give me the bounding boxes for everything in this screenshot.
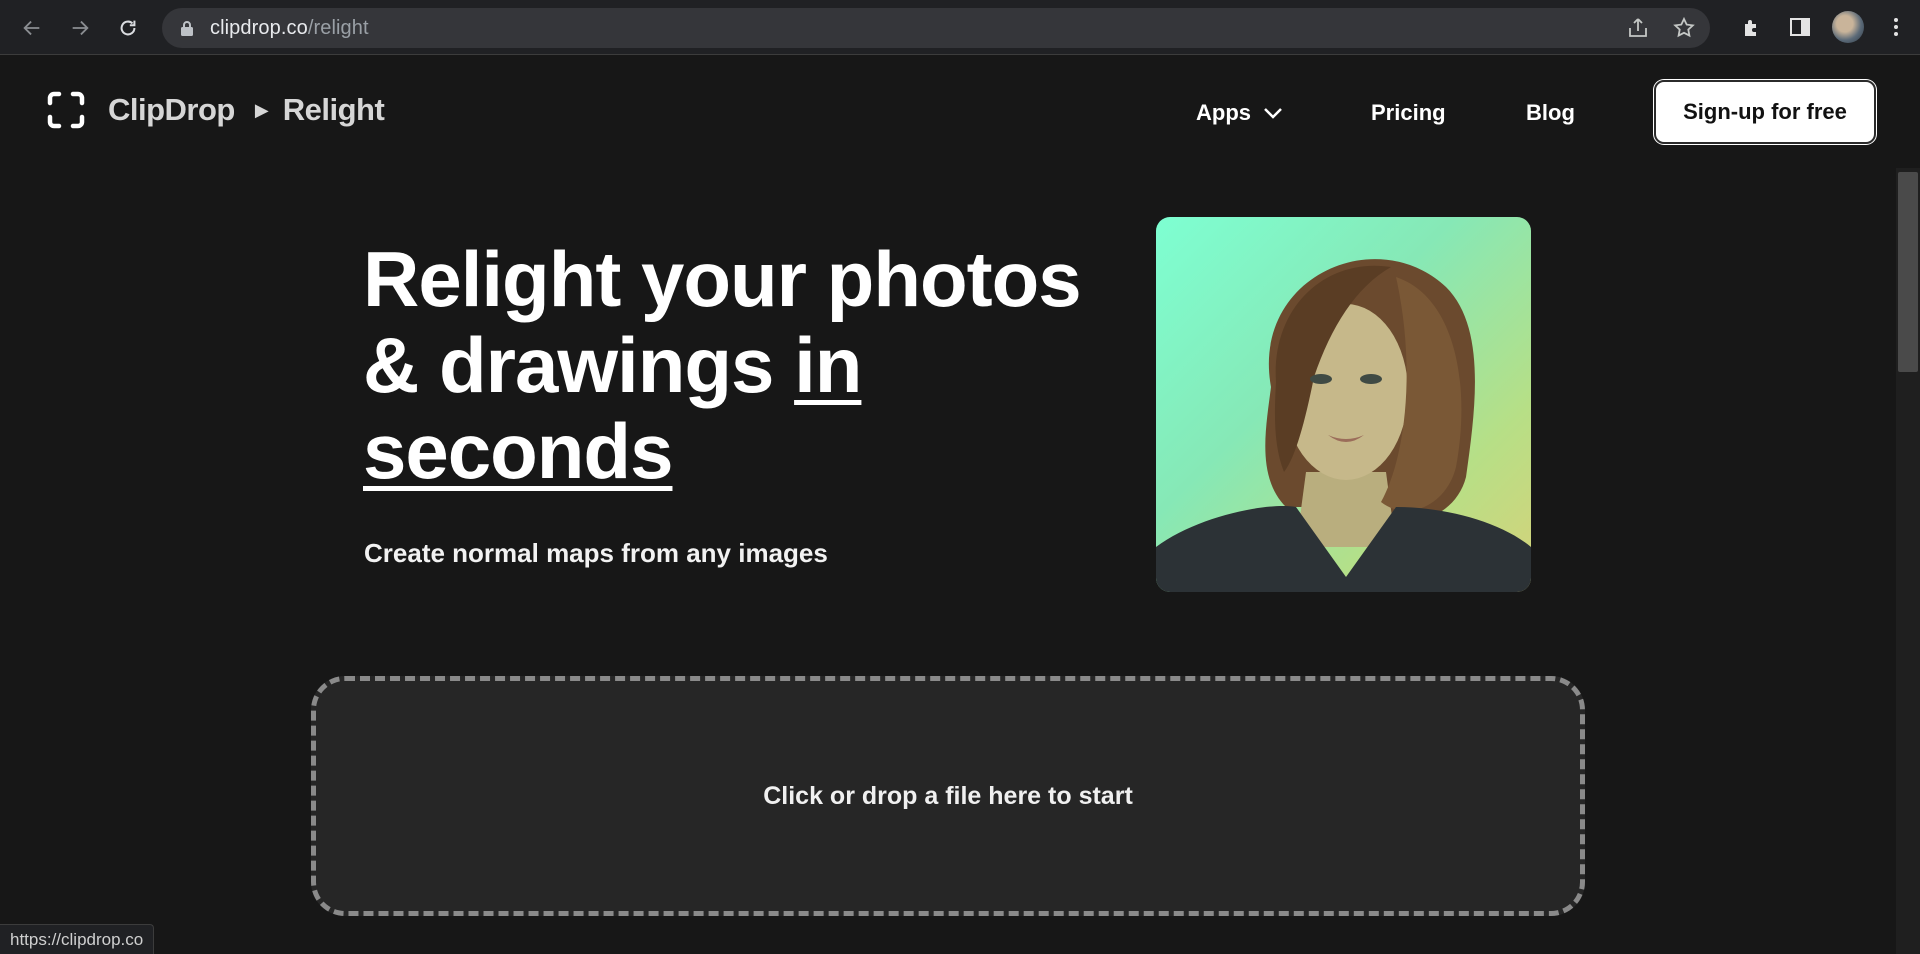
share-icon <box>1629 18 1647 37</box>
logo-link[interactable]: ClipDrop ▶ Relight <box>46 90 385 130</box>
arrow-left-icon <box>23 20 40 36</box>
chevron-down-icon <box>1264 108 1282 119</box>
page: ClipDrop ▶ Relight Apps Pricing Blog Sig… <box>0 56 1920 954</box>
browser-toolbar: clipdrop.co/relight <box>0 0 1920 55</box>
hero-title: Relight your photos & drawings in second… <box>363 235 1082 495</box>
star-icon <box>1673 16 1695 38</box>
hero-subtitle: Create normal maps from any images <box>364 538 828 568</box>
breadcrumb-separator: ▶ <box>254 99 269 120</box>
url-text: clipdrop.co/relight <box>210 16 369 39</box>
nav-apps[interactable]: Apps <box>1196 100 1283 126</box>
reload-button[interactable] <box>112 12 144 44</box>
arrow-right-icon <box>72 20 89 36</box>
side-panel-button[interactable] <box>1776 10 1824 44</box>
address-bar[interactable]: clipdrop.co/relight <box>162 8 1710 48</box>
kebab-menu-icon <box>1894 18 1898 36</box>
nav-blog[interactable]: Blog <box>1526 100 1575 126</box>
share-button[interactable] <box>1624 14 1652 42</box>
example-portrait-image <box>1156 217 1531 592</box>
side-panel-icon <box>1790 18 1810 36</box>
breadcrumb-current[interactable]: Relight <box>283 92 385 128</box>
file-dropzone[interactable]: Click or drop a file here to start <box>311 676 1585 916</box>
puzzle-icon <box>1745 20 1756 36</box>
bookmark-button[interactable] <box>1670 14 1698 42</box>
extensions-button[interactable] <box>1728 10 1776 44</box>
clipdrop-logo-icon <box>47 91 85 129</box>
site-header: ClipDrop ▶ Relight Apps Pricing Blog Sig… <box>0 56 1896 168</box>
status-bar-url: https://clipdrop.co <box>0 924 155 954</box>
avatar <box>1832 11 1864 43</box>
lock-icon <box>181 21 193 36</box>
browser-menu-button[interactable] <box>1872 10 1920 44</box>
nav-pricing[interactable]: Pricing <box>1371 100 1446 126</box>
signup-button[interactable]: Sign-up for free <box>1654 80 1876 144</box>
brand-name: ClipDrop <box>108 92 235 127</box>
nav-apps-label: Apps <box>1196 100 1251 125</box>
reload-icon <box>120 20 136 36</box>
forward-button[interactable] <box>64 12 96 44</box>
dropzone-prompt: Click or drop a file here to start <box>763 781 1133 810</box>
back-button[interactable] <box>16 12 48 44</box>
profile-button[interactable] <box>1824 10 1872 44</box>
scrollbar-thumb[interactable] <box>1898 172 1918 372</box>
